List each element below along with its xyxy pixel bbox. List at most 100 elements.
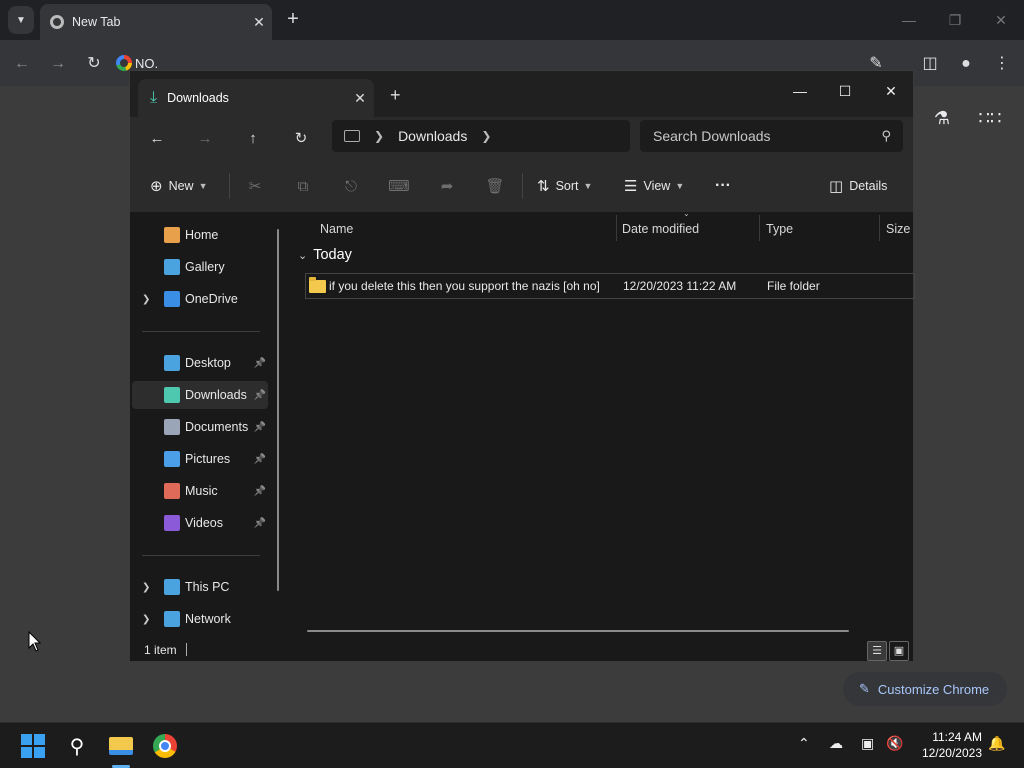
menu-icon[interactable]: ⋮ [990, 52, 1014, 76]
column-divider[interactable] [616, 215, 617, 241]
new-tab-button[interactable]: + [390, 85, 401, 106]
expand-chevron-icon[interactable]: ❯ [142, 294, 150, 305]
copy-icon[interactable]: ⧉ [292, 175, 314, 197]
close-window-button[interactable]: ✕ [871, 77, 911, 105]
breadcrumb-downloads[interactable]: Downloads [398, 128, 467, 144]
chevron-down-icon: ▼ [675, 181, 685, 191]
delete-icon[interactable]: 🗑 [484, 175, 506, 197]
cut-icon[interactable]: ✂ [244, 175, 266, 197]
sidebar-item-home[interactable]: Home [132, 221, 268, 249]
volume-icon[interactable]: 🔇 [886, 735, 903, 752]
new-tab-button[interactable]: + [282, 8, 304, 30]
new-button[interactable]: ⊕ New ▼ [150, 175, 208, 197]
pin-icon: 📌 [253, 357, 266, 369]
column-header-size[interactable]: Size [886, 217, 910, 241]
view-button[interactable]: ☰ View ▼ [624, 175, 684, 197]
plus-circle-icon: ⊕ [150, 178, 163, 195]
sidebar-item-videos[interactable]: Videos 📌 [132, 509, 268, 537]
forward-icon[interactable]: → [46, 52, 70, 76]
network-icon[interactable]: ▣ [861, 735, 874, 752]
group-header-today[interactable]: ⌄ Today [298, 247, 352, 263]
computer-icon [344, 130, 360, 142]
show-hidden-icons[interactable]: ⌃ [798, 735, 810, 752]
mouse-cursor-icon [28, 631, 42, 652]
sidebar-item-downloads[interactable]: Downloads 📌 [132, 381, 268, 409]
sidebar-item-this-pc[interactable]: ❯ This PC [132, 573, 268, 601]
maximize-button[interactable]: ☐ [825, 77, 865, 105]
chevron-right-icon[interactable]: ❯ [481, 129, 491, 143]
omnibox-text: NO. [135, 55, 159, 71]
sidebar-scrollbar[interactable] [277, 229, 279, 591]
sidebar-item-desktop[interactable]: Desktop 📌 [132, 349, 268, 377]
google-icon [116, 55, 132, 71]
file-row[interactable]: if you delete this then you support the … [305, 273, 915, 299]
close-tab-icon[interactable]: ✕ [246, 14, 272, 31]
notification-bell-icon[interactable]: 🔔 [988, 735, 1005, 752]
customize-chrome-button[interactable]: ✎ Customize Chrome [843, 672, 1007, 706]
tab-search-button[interactable]: ▼ [8, 6, 34, 34]
sidebar-item-onedrive[interactable]: ❯ OneDrive [132, 285, 268, 313]
music-icon [164, 483, 180, 499]
explorer-tab-downloads[interactable]: ⤓ Downloads ✕ [138, 79, 374, 117]
refresh-icon[interactable]: ↻ [288, 126, 314, 152]
pin-icon: 📌 [253, 453, 266, 465]
file-list: Name Date modified ⌄ Type Size ⌄ Today i… [290, 209, 915, 641]
pin-icon: 📌 [253, 485, 266, 497]
chrome-taskbar-icon[interactable] [150, 731, 180, 761]
forward-icon[interactable]: → [192, 126, 218, 152]
sort-button[interactable]: ⇅ Sort ▼ [537, 175, 592, 197]
paste-icon[interactable]: ⎋ [340, 175, 362, 197]
details-pane-button[interactable]: ◫ Details [829, 175, 887, 197]
column-header-date-modified[interactable]: Date modified [622, 217, 699, 241]
horizontal-scrollbar[interactable] [307, 630, 849, 632]
clock[interactable]: 11:24 AM 12/20/2023 [914, 729, 982, 761]
sidebar-item-pictures[interactable]: Pictures 📌 [132, 445, 268, 473]
sidebar-item-label: This PC [185, 580, 230, 594]
share-icon[interactable]: ➦ [436, 175, 458, 197]
address-bar[interactable]: ❯ Downloads ❯ [332, 120, 630, 152]
back-icon[interactable]: ← [10, 52, 34, 76]
desktop-icon [164, 355, 180, 371]
back-icon[interactable]: ← [144, 126, 170, 152]
chrome-tab-new-tab[interactable]: New Tab ✕ [40, 4, 272, 40]
details-view-icon[interactable]: ☰ [867, 641, 887, 661]
profile-icon[interactable]: ● [954, 52, 978, 76]
start-button[interactable] [18, 731, 48, 761]
sidebar-item-documents[interactable]: Documents 📌 [132, 413, 268, 441]
labs-icon[interactable]: ⚗ [928, 104, 956, 132]
expand-chevron-icon[interactable]: ❯ [142, 614, 150, 625]
apps-grid-icon[interactable]: ∷∷ [976, 104, 1004, 132]
up-icon[interactable]: ↑ [240, 126, 266, 152]
sidebar-item-label: OneDrive [185, 292, 238, 306]
sidebar-item-network[interactable]: ❯ Network [132, 605, 268, 633]
expand-chevron-icon[interactable]: ❯ [142, 582, 150, 593]
minimize-button[interactable]: — [780, 77, 820, 105]
column-header-name[interactable]: Name [320, 217, 353, 241]
chevron-down-icon: ⌄ [298, 249, 308, 262]
restore-button[interactable]: ❐ [940, 8, 970, 32]
chrome-tabstrip: ▼ New Tab ✕ + — ❐ ✕ [0, 0, 1024, 40]
column-divider[interactable] [879, 215, 880, 241]
column-header-type[interactable]: Type [766, 217, 793, 241]
chevron-right-icon[interactable]: ❯ [374, 129, 384, 143]
column-divider[interactable] [759, 215, 760, 241]
group-label: Today [313, 247, 352, 263]
explorer-navbar: ← → ↑ ↻ ❯ Downloads ❯ Search Downloads ⚲ [130, 117, 913, 159]
sidebar-item-gallery[interactable]: Gallery [132, 253, 268, 281]
minimize-button[interactable]: — [894, 8, 924, 32]
more-options-button[interactable]: ··· [715, 175, 731, 197]
tiles-view-icon[interactable]: ▣ [889, 641, 909, 661]
pc-icon [164, 579, 180, 595]
folder-icon [109, 737, 133, 755]
rename-icon[interactable]: ⌨ [388, 175, 410, 197]
close-window-button[interactable]: ✕ [986, 8, 1016, 32]
onedrive-offline-icon[interactable]: ☁ [829, 735, 843, 752]
file-explorer-taskbar-icon[interactable] [106, 731, 136, 761]
close-tab-icon[interactable]: ✕ [346, 90, 374, 107]
side-panel-icon[interactable]: ◫ [918, 52, 942, 76]
reload-icon[interactable]: ↻ [82, 52, 106, 76]
documents-icon [164, 419, 180, 435]
sidebar-item-music[interactable]: Music 📌 [132, 477, 268, 505]
search-icon[interactable]: ⚲ [62, 731, 92, 761]
search-box[interactable]: Search Downloads ⚲ [640, 120, 903, 152]
